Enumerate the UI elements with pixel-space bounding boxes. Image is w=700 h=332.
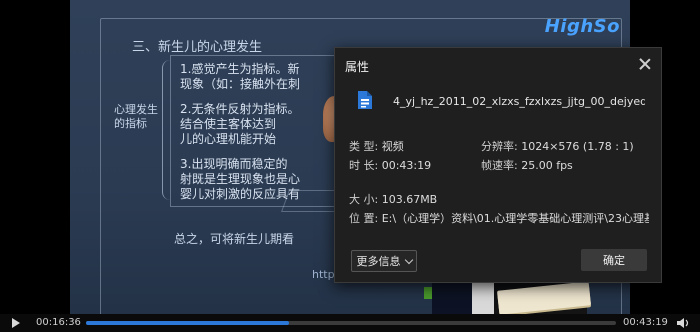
location-value: E:\（心理学）资料\01.心理学零基础心理测评\23心理基...: [381, 212, 649, 225]
type-label: 类 型:: [349, 140, 379, 153]
size-label: 大 小:: [349, 193, 379, 206]
fps-label: 帧速率:: [481, 159, 518, 172]
resolution-label: 分辨率:: [481, 140, 518, 153]
duration-label: 时 长:: [349, 159, 379, 172]
properties-dialog: 属性 4_yj_hz_2011_02_xlzxs_fzxlxzs_jjtg_00…: [334, 47, 662, 283]
play-icon[interactable]: [12, 318, 20, 328]
slide-line-8: 婴儿对刺激的反应具有: [180, 187, 301, 201]
video-file-icon: [358, 91, 372, 109]
size-row: 大 小: 103.67MB: [349, 191, 437, 207]
brand-logo: HighSo: [544, 16, 620, 37]
type-value: 视频: [381, 140, 404, 153]
open-book: [496, 281, 592, 314]
slide-section-title: 三、新生儿的心理发生: [132, 40, 263, 55]
total-time: 00:43:19: [623, 317, 668, 328]
slide-line-5: 儿的心理机能开始: [180, 132, 277, 146]
slide-url: http: [312, 268, 335, 281]
player-controls: 00:16:36 00:43:19: [0, 314, 700, 332]
file-name: 4_yj_hz_2011_02_xlzxs_fzxlxzs_jjtg_00_de…: [393, 95, 645, 108]
ok-button[interactable]: 确定: [581, 249, 647, 271]
more-info-label: 更多信息: [356, 255, 401, 268]
close-icon[interactable]: [638, 57, 652, 71]
volume-icon[interactable]: [676, 318, 690, 328]
fps-value: 25.00 fps: [521, 159, 573, 172]
resolution-row: 分辨率: 1024×576 (1.78 : 1): [481, 138, 634, 154]
more-info-dropdown[interactable]: 更多信息: [351, 250, 417, 272]
dialog-title: 属性: [345, 60, 370, 74]
resolution-value: 1024×576 (1.78 : 1): [521, 140, 634, 153]
seek-progress: [86, 321, 289, 325]
location-label: 位 置:: [349, 212, 379, 225]
slide-line-2: 现象（如：接触外在刺: [180, 77, 301, 91]
fps-row: 帧速率: 25.00 fps: [481, 157, 573, 173]
slide-sidebar-label: 心理发生的指标: [114, 103, 158, 130]
slide-summary: 总之，可将新生儿期看: [174, 232, 295, 246]
ok-label: 确定: [603, 254, 625, 267]
presenter-shirt: [472, 282, 494, 314]
location-row: 位 置: E:\（心理学）资料\01.心理学零基础心理测评\23心理基...: [349, 210, 649, 226]
duration-value: 00:43:19: [381, 159, 432, 172]
type-row: 类 型: 视频: [349, 138, 404, 154]
duration-row: 时 长: 00:43:19: [349, 157, 431, 173]
seek-bar[interactable]: [86, 321, 616, 325]
size-value: 103.67MB: [381, 193, 438, 206]
current-time: 00:16:36: [36, 317, 81, 328]
chevron-down-icon: [404, 255, 413, 264]
